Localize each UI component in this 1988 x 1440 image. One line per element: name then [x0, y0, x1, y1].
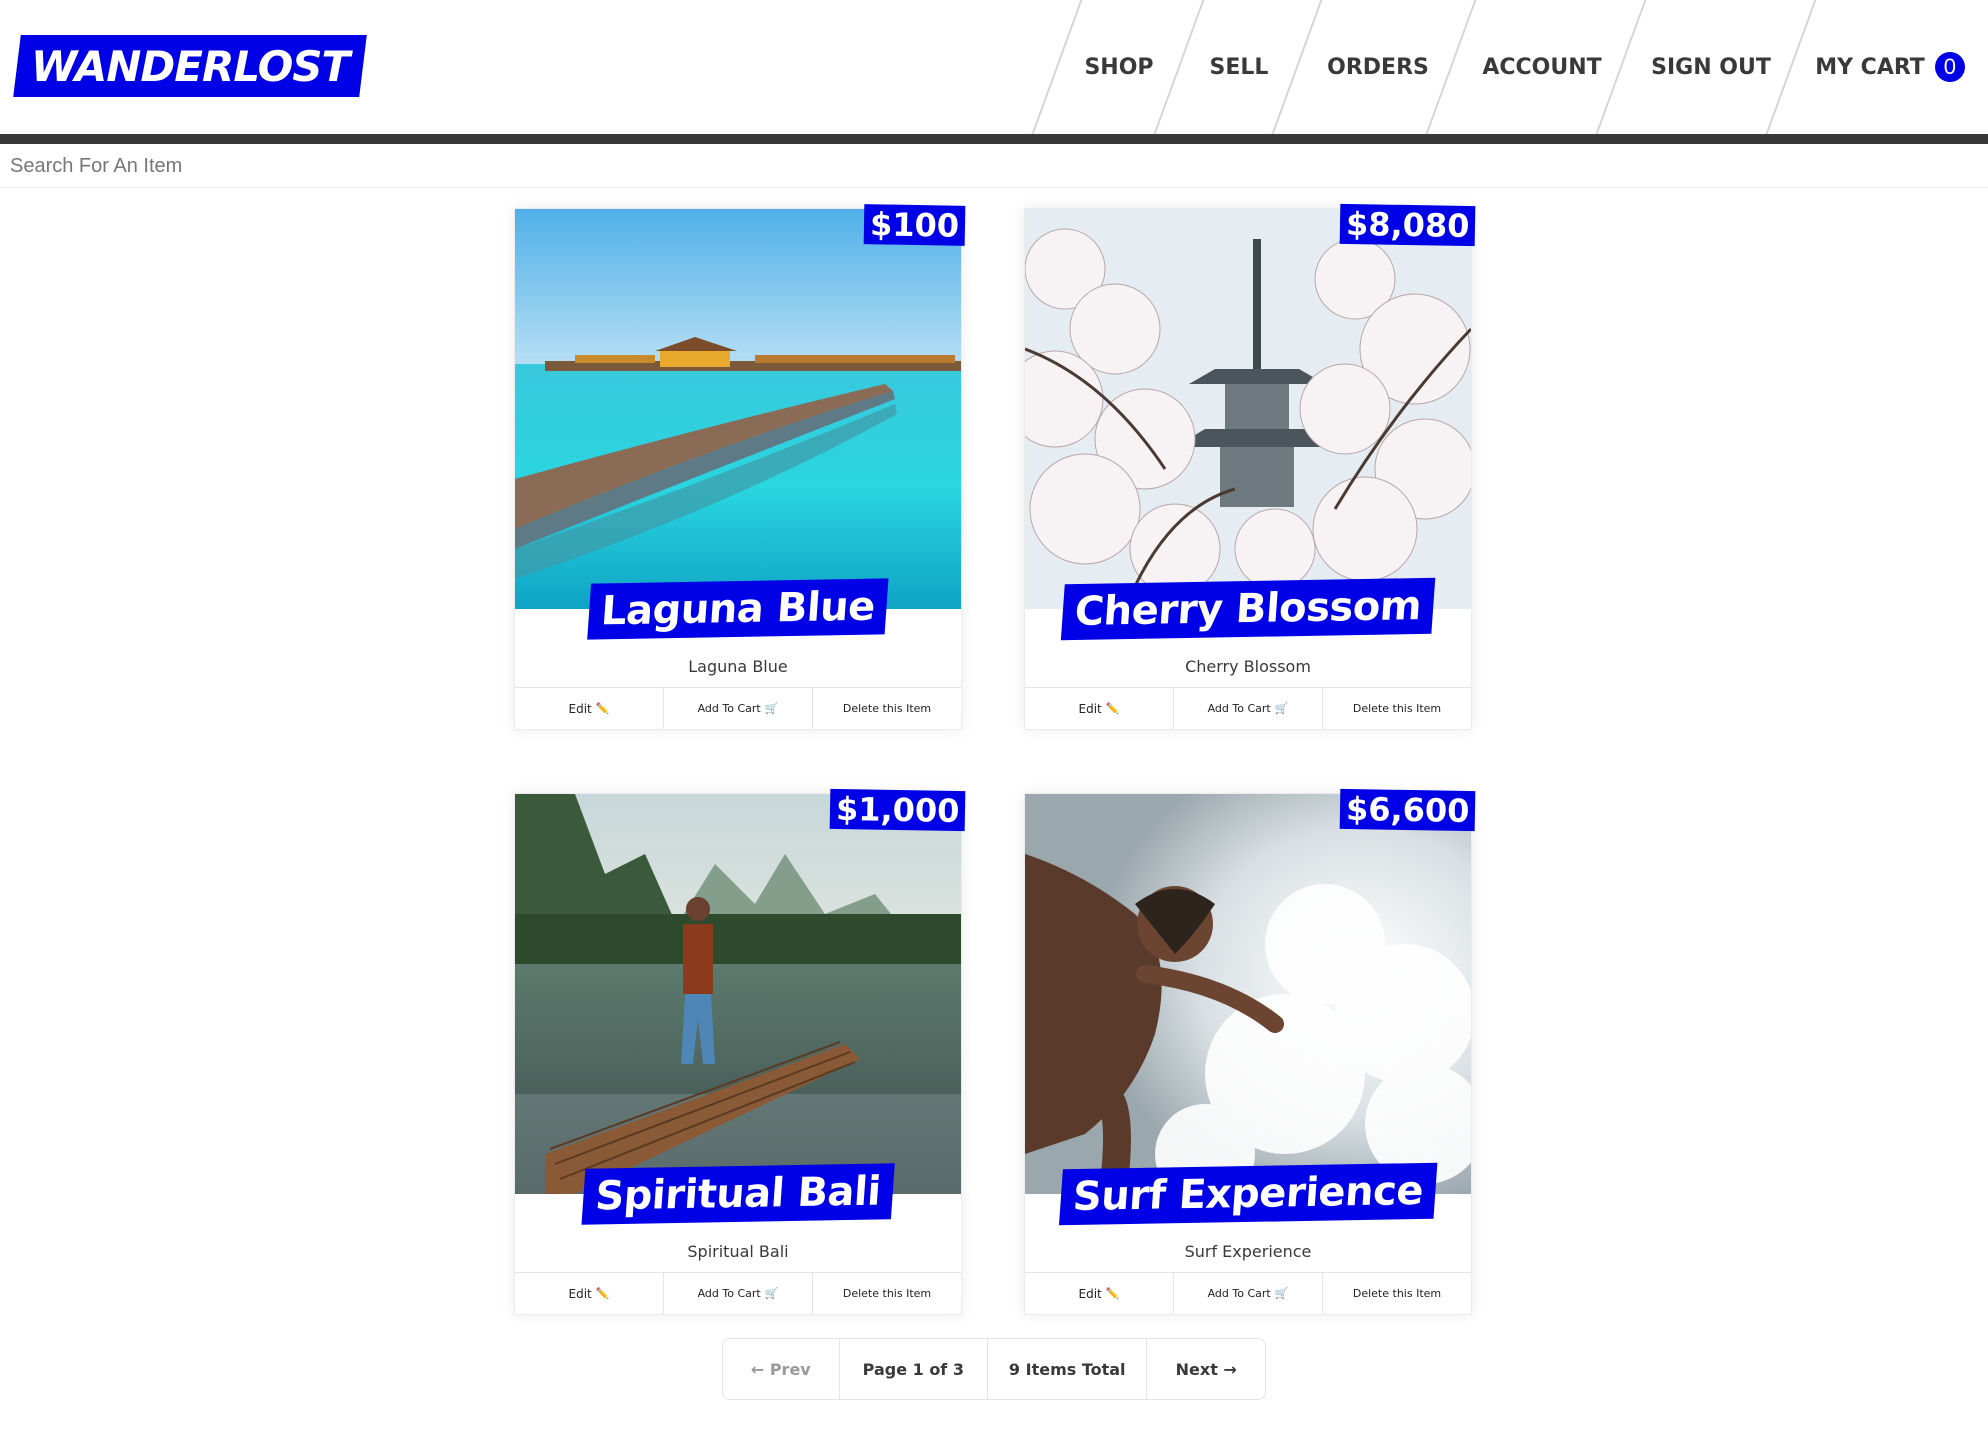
nav-account[interactable]: Account: [1460, 0, 1624, 134]
nav-account-label: Account: [1482, 54, 1602, 80]
price-tag: $1,000: [829, 788, 966, 832]
edit-button[interactable]: Edit ✏️: [1025, 688, 1174, 729]
product-name: Surf Experience: [1184, 1242, 1312, 1261]
pencil-icon: ✏️: [1105, 1287, 1120, 1300]
shopping-cart-icon: 🛒: [1274, 1287, 1289, 1300]
price-tag: $100: [863, 204, 966, 246]
price-tag: $6,600: [1339, 788, 1476, 832]
add-to-cart-button[interactable]: Add To Cart 🛒: [1174, 1273, 1323, 1314]
product-card: $6,600 Surf Experience Surf Experience E…: [1024, 788, 1476, 1315]
nav-orders-label: Orders: [1327, 54, 1429, 80]
brand-logo[interactable]: WANDERLOST: [13, 35, 367, 97]
card-actions: Edit ✏️ Add To Cart 🛒 Delete this Item: [515, 687, 961, 729]
product-title: Laguna Blue: [599, 583, 877, 635]
surfer-splash-photo: [1025, 794, 1471, 1194]
price-tag: $8,080: [1339, 203, 1476, 247]
site-header: WANDERLOST Shop Sell Orders Account Sign…: [0, 0, 1988, 134]
delete-item-button[interactable]: Delete this Item: [1323, 688, 1471, 729]
product-image[interactable]: [1025, 794, 1471, 1194]
shopping-cart-icon: 🛒: [764, 702, 779, 715]
product-title-banner: Spiritual Bali: [581, 1163, 895, 1225]
pagination: ← Prev Page 1 of 3 9 Items Total Next →: [722, 1338, 1266, 1400]
page-indicator: Page 1 of 3: [840, 1339, 989, 1399]
nav-sign-out-label: Sign Out: [1651, 54, 1771, 80]
pencil-icon: ✏️: [1105, 702, 1120, 715]
product-card: $8,080 Cherry Blossom Cherry Blossom Edi…: [1024, 203, 1476, 730]
product-name: Cherry Blossom: [1185, 657, 1311, 676]
pencil-icon: ✏️: [595, 1287, 610, 1300]
card-actions: Edit ✏️ Add To Cart 🛒 Delete this Item: [515, 1272, 961, 1314]
product-name: Spiritual Bali: [687, 1242, 789, 1261]
nav-sign-out[interactable]: Sign Out: [1630, 0, 1792, 134]
product-title: Spiritual Bali: [593, 1168, 883, 1220]
items-total: 9 Items Total: [988, 1339, 1148, 1399]
nav-my-cart[interactable]: My Cart 0: [1800, 0, 1980, 134]
product-image[interactable]: [515, 209, 961, 609]
product-card: $1,000 Spiritual Bali Spiritual Bali Edi…: [514, 788, 966, 1315]
header-divider-bar: [0, 134, 1988, 144]
next-page-button[interactable]: Next →: [1147, 1339, 1265, 1399]
search-input[interactable]: [0, 146, 1988, 188]
nav-sell[interactable]: Sell: [1188, 0, 1290, 134]
card-actions: Edit ✏️ Add To Cart 🛒 Delete this Item: [1025, 1272, 1471, 1314]
nav-my-cart-label: My Cart: [1815, 54, 1925, 80]
product-card: $100 Laguna Blue Laguna Blue Edit ✏️ Add…: [514, 204, 966, 730]
product-title: Surf Experience: [1071, 1167, 1425, 1221]
product-title: Cherry Blossom: [1073, 582, 1423, 636]
product-title-banner: Cherry Blossom: [1060, 577, 1436, 641]
delete-item-button[interactable]: Delete this Item: [813, 688, 961, 729]
cherry-blossom-pagoda-photo: [1025, 209, 1471, 609]
nav-sell-label: Sell: [1209, 54, 1269, 80]
add-to-cart-button[interactable]: Add To Cart 🛒: [1174, 688, 1323, 729]
shopping-cart-icon: 🛒: [764, 1287, 779, 1300]
delete-item-button[interactable]: Delete this Item: [813, 1273, 961, 1314]
product-image[interactable]: [515, 794, 961, 1194]
card-actions: Edit ✏️ Add To Cart 🛒 Delete this Item: [1025, 687, 1471, 729]
maldives-overwater-villas-photo: [515, 209, 961, 609]
pencil-icon: ✏️: [595, 702, 610, 715]
bamboo-raft-river-photo: [515, 794, 961, 1194]
cart-count-badge: 0: [1934, 52, 1965, 82]
nav-shop-label: Shop: [1084, 54, 1154, 80]
edit-button[interactable]: Edit ✏️: [1025, 1273, 1174, 1314]
product-name: Laguna Blue: [688, 657, 788, 676]
edit-button[interactable]: Edit ✏️: [515, 1273, 664, 1314]
product-title-banner: Laguna Blue: [587, 578, 889, 640]
add-to-cart-button[interactable]: Add To Cart 🛒: [664, 1273, 813, 1314]
add-to-cart-button[interactable]: Add To Cart 🛒: [664, 688, 813, 729]
shopping-cart-icon: 🛒: [1274, 702, 1289, 715]
delete-item-button[interactable]: Delete this Item: [1323, 1273, 1471, 1314]
brand-name: WANDERLOST: [30, 41, 350, 91]
edit-button[interactable]: Edit ✏️: [515, 688, 664, 729]
nav-shop[interactable]: Shop: [1064, 0, 1174, 134]
main-nav: Shop Sell Orders Account Sign Out My Car…: [1008, 0, 1988, 134]
product-image[interactable]: [1025, 209, 1471, 609]
prev-page-button[interactable]: ← Prev: [723, 1339, 840, 1399]
nav-orders[interactable]: Orders: [1304, 0, 1452, 134]
product-title-banner: Surf Experience: [1058, 1162, 1438, 1226]
